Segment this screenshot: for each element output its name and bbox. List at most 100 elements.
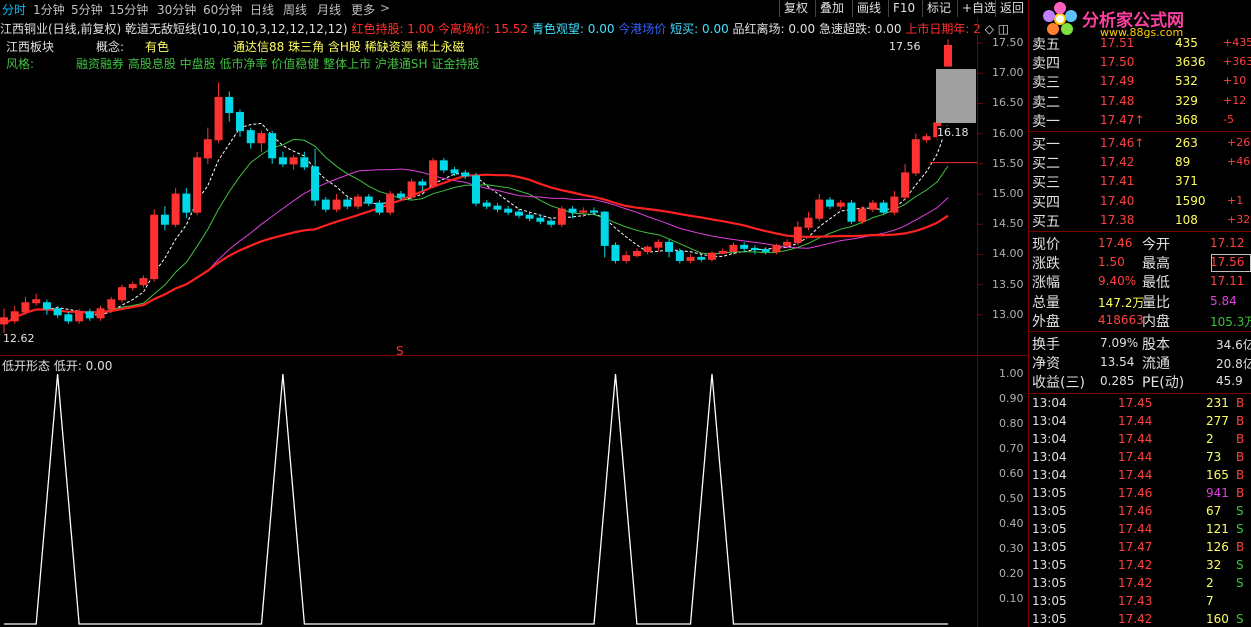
candle[interactable]: [118, 284, 126, 303]
candle[interactable]: [214, 82, 223, 143]
candle[interactable]: [0, 308, 8, 333]
tab-month[interactable]: 月线: [317, 1, 341, 18]
sub-tick: 0.20: [999, 567, 1024, 580]
candle[interactable]: [289, 154, 298, 170]
tab-1min[interactable]: 1分钟: [33, 1, 65, 18]
candle[interactable]: [718, 248, 727, 255]
tab-minute[interactable]: 分时: [2, 1, 26, 18]
candle[interactable]: [686, 254, 695, 264]
candle[interactable]: [10, 305, 19, 324]
candle[interactable]: [547, 218, 556, 228]
candle[interactable]: [922, 133, 931, 143]
overlay-button[interactable]: 叠加: [815, 0, 848, 17]
f10-button[interactable]: F10: [888, 0, 919, 17]
candle[interactable]: [472, 172, 480, 207]
adjust-button[interactable]: 复权: [779, 0, 812, 17]
candle[interactable]: [847, 200, 856, 225]
candle[interactable]: [654, 239, 663, 252]
candle[interactable]: [557, 206, 566, 228]
candle[interactable]: [246, 127, 255, 149]
candlestick-chart[interactable]: [0, 18, 1028, 355]
candle[interactable]: [236, 109, 244, 137]
candle[interactable]: [504, 206, 513, 216]
candle[interactable]: [890, 191, 899, 216]
trade-volume: 67: [1206, 503, 1222, 518]
candle[interactable]: [761, 247, 770, 255]
candle[interactable]: [493, 203, 502, 213]
candle[interactable]: [643, 245, 652, 255]
candle[interactable]: [439, 157, 448, 173]
candle[interactable]: [632, 248, 641, 258]
candle[interactable]: [793, 221, 802, 246]
more-arrow-icon[interactable]: >: [380, 1, 390, 15]
candle[interactable]: [836, 200, 845, 210]
candle[interactable]: [740, 242, 749, 252]
candle[interactable]: [525, 212, 534, 222]
candle[interactable]: [622, 251, 631, 264]
candle[interactable]: [386, 191, 395, 216]
candle[interactable]: [160, 206, 169, 231]
candle[interactable]: [901, 163, 910, 201]
tab-week[interactable]: 周线: [283, 1, 307, 18]
candle[interactable]: [665, 239, 674, 258]
candle[interactable]: [182, 188, 191, 219]
candle[interactable]: [268, 130, 277, 164]
trade-time: 13:05: [1032, 503, 1067, 518]
candle[interactable]: [450, 166, 459, 176]
candle[interactable]: [804, 212, 813, 231]
candle[interactable]: [750, 245, 759, 255]
candle[interactable]: [171, 188, 180, 228]
candle[interactable]: [53, 305, 62, 318]
ask-volume: 3636: [1175, 55, 1206, 70]
stat-value: 5.84: [1210, 293, 1237, 308]
candle[interactable]: [193, 151, 202, 216]
candle[interactable]: [354, 194, 362, 210]
candle[interactable]: [150, 209, 159, 282]
candle[interactable]: [826, 197, 834, 210]
candle[interactable]: [708, 251, 716, 262]
candle[interactable]: [21, 296, 30, 315]
sub-chart[interactable]: [0, 356, 977, 627]
candle[interactable]: [96, 305, 105, 321]
candle[interactable]: [225, 91, 234, 122]
tab-more[interactable]: 更多: [351, 1, 375, 18]
candle[interactable]: [32, 293, 41, 306]
candle[interactable]: [343, 197, 352, 210]
back-button[interactable]: 返回: [995, 0, 1028, 17]
candle[interactable]: [911, 133, 920, 176]
tab-day[interactable]: 日线: [250, 1, 274, 18]
candle[interactable]: [128, 281, 137, 291]
candle[interactable]: [868, 200, 877, 213]
add-watchlist-button[interactable]: +自选: [957, 0, 1000, 17]
candle[interactable]: [429, 157, 438, 189]
candle[interactable]: [514, 209, 523, 219]
candle[interactable]: [858, 206, 867, 225]
candle[interactable]: [257, 130, 266, 152]
candle[interactable]: [697, 254, 706, 262]
tab-60min[interactable]: 60分钟: [203, 1, 242, 18]
candle[interactable]: [311, 148, 320, 207]
mark-button[interactable]: 标记: [922, 0, 955, 17]
candle[interactable]: [482, 200, 491, 210]
draw-button[interactable]: 画线: [852, 0, 885, 17]
candle[interactable]: [85, 308, 94, 321]
tab-30min[interactable]: 30分钟: [157, 1, 196, 18]
candle[interactable]: [815, 194, 824, 222]
candle[interactable]: [64, 311, 73, 324]
candle[interactable]: [203, 127, 212, 164]
candle[interactable]: [944, 39, 952, 67]
candle[interactable]: [375, 200, 384, 216]
candle[interactable]: [611, 242, 620, 264]
tab-5min[interactable]: 5分钟: [71, 1, 103, 18]
candle[interactable]: [42, 299, 51, 315]
candle[interactable]: [600, 210, 609, 258]
candle[interactable]: [321, 197, 330, 213]
candle[interactable]: [407, 178, 416, 201]
candle[interactable]: [332, 194, 341, 213]
candle[interactable]: [364, 194, 373, 207]
fund-label: 流通: [1142, 356, 1170, 373]
candle[interactable]: [139, 275, 148, 288]
candle[interactable]: [536, 215, 545, 225]
tab-15min[interactable]: 15分钟: [109, 1, 148, 18]
candle[interactable]: [278, 151, 287, 167]
